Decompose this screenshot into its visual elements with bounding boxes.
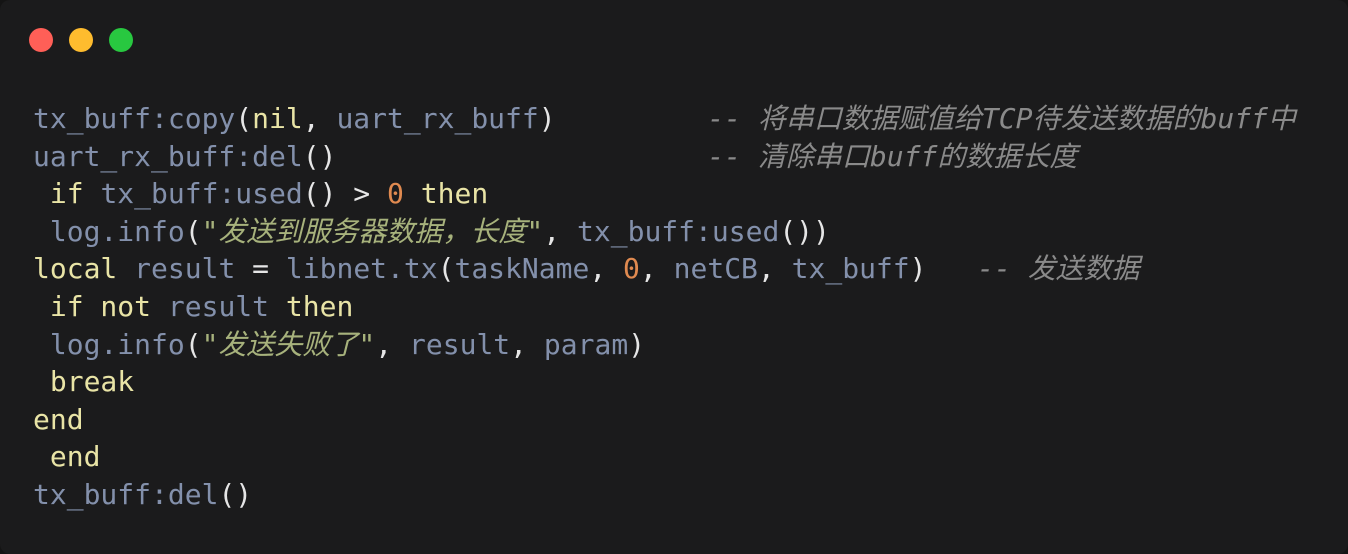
punct-token [117, 252, 134, 285]
punct-token [33, 215, 50, 248]
punct-token [33, 177, 50, 210]
punct-token [151, 290, 168, 323]
punct-token: ) [628, 327, 646, 361]
punct-token: , [589, 252, 624, 286]
punct-token [269, 290, 286, 323]
string-token: "发送失败了" [201, 327, 376, 361]
ident-token: tx_buff:copy [33, 102, 236, 135]
code-line: tx_buff:copy(nil, uart_rx_buff) -- 将串口数据… [33, 100, 1296, 138]
keyword-token: end [33, 402, 84, 436]
ident-token: uart_rx_buff [336, 102, 539, 135]
punct-token [33, 290, 50, 323]
punct-token [404, 177, 421, 210]
ident-token: param [543, 327, 629, 361]
punct-token: , [302, 102, 337, 135]
keyword-token: if [49, 177, 84, 211]
comment-token: -- 清除串口buff的数据长度 [707, 139, 1078, 173]
number-token: 0 [387, 177, 404, 211]
punct-token [336, 140, 707, 173]
code-line: end [33, 401, 1296, 439]
keyword-token: if not [49, 289, 152, 323]
keyword-token: then [285, 289, 354, 323]
punct-token [33, 440, 50, 473]
keyword-token: nil [252, 102, 303, 135]
punct-token [556, 102, 708, 135]
punct-token [84, 177, 101, 210]
punct-token: , [639, 252, 674, 286]
comment-token: -- 将串口数据赋值给TCP待发送数据的buff中 [707, 102, 1296, 135]
keyword-token: break [49, 365, 135, 399]
code-line: break [33, 363, 1296, 401]
code-line: tx_buff:del() [33, 476, 1296, 514]
maximize-button[interactable] [109, 28, 133, 52]
punct-token: () [302, 139, 337, 173]
punct-token: , [510, 327, 544, 361]
ident-token: log.info [49, 214, 185, 248]
ident-token: result [134, 252, 236, 286]
ident-token: log.info [49, 327, 185, 361]
close-button[interactable] [29, 28, 53, 52]
punct-token: ()) [779, 214, 830, 248]
punct-token: = [235, 252, 286, 286]
minimize-button[interactable] [69, 28, 93, 52]
code-line: if not result then [33, 288, 1296, 326]
ident-token: tx_buff:used [100, 177, 303, 211]
code-block: tx_buff:copy(nil, uart_rx_buff) -- 将串口数据… [33, 100, 1296, 514]
ident-token: uart_rx_buff:del [33, 139, 303, 173]
ident-token: result [167, 289, 270, 323]
code-line: uart_rx_buff:del() -- 清除串口buff的数据长度 [33, 138, 1296, 176]
code-line: local result = libnet.tx(taskName, 0, ne… [33, 250, 1296, 288]
comment-token: -- 发送数据 [977, 252, 1140, 286]
ident-token: libnet.tx [285, 252, 438, 286]
punct-token: , [757, 252, 792, 286]
punct-token: , [375, 327, 410, 361]
punct-token: ) [909, 252, 927, 286]
ident-token: result [409, 327, 511, 361]
punct-token [33, 328, 50, 361]
number-token: 0 [623, 252, 640, 286]
punct-token [927, 252, 978, 285]
punct-token: () > [302, 177, 388, 211]
keyword-token: local [33, 252, 118, 286]
ident-token: taskName [454, 252, 590, 286]
code-line: log.info("发送到服务器数据，长度", tx_buff:used()) [33, 213, 1296, 251]
punct-token [33, 365, 50, 398]
punct-token: ) [538, 102, 556, 135]
ident-token: tx_buff:used [577, 214, 780, 248]
punct-token: , [543, 214, 578, 248]
punct-token: ( [184, 327, 202, 361]
code-line: if tx_buff:used() > 0 then [33, 175, 1296, 213]
ident-token: netCB [673, 252, 758, 286]
code-line: end [33, 438, 1296, 476]
punct-token: ( [437, 252, 455, 286]
punct-token: () [218, 477, 253, 511]
code-window: tx_buff:copy(nil, uart_rx_buff) -- 将串口数据… [0, 0, 1348, 554]
ident-token: tx_buff:del [33, 477, 219, 511]
string-token: "发送到服务器数据，长度" [201, 214, 544, 248]
keyword-token: then [420, 177, 489, 211]
code-line: log.info("发送失败了", result, param) [33, 326, 1296, 364]
punct-token: ( [184, 214, 202, 248]
keyword-token: end [49, 440, 101, 474]
ident-token: tx_buff [791, 252, 910, 286]
punct-token: ( [235, 102, 253, 135]
